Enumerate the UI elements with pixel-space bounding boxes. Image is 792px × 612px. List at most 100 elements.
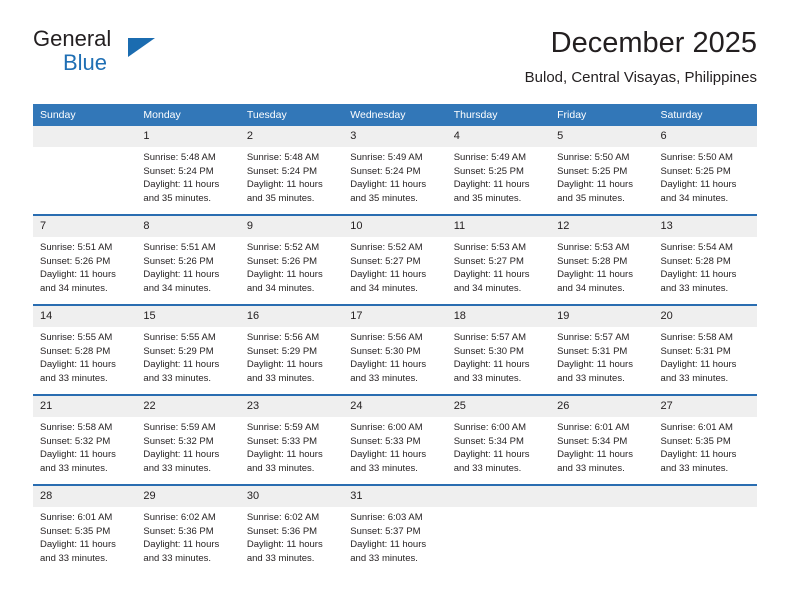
calendar-day-cell[interactable]: 30 Sunrise: 6:02 AM Sunset: 5:36 PM Dayligh… (239, 484, 344, 574)
calendar-day-cell[interactable]: 22 Sunrise: 5:59 AM Sunset: 5:32 PM Dayligh… (136, 394, 240, 485)
daylight-text-line2: and 33 minutes. (350, 552, 418, 564)
sunrise-text: Sunrise: 6:01 AM (40, 512, 113, 523)
daylight-text-line2: and 33 minutes. (143, 372, 212, 384)
calendar-day-cell[interactable]: 10 Sunrise: 5:52 AM Sunset: 5:27 PM Dayligh… (343, 214, 447, 305)
calendar-day-cell[interactable]: 17 Sunrise: 5:56 AM Sunset: 5:30 PM Dayligh… (343, 304, 447, 395)
daylight-text-line1: Daylight: 11 hours (660, 359, 737, 371)
sunset-text: Sunset: 5:25 PM (660, 165, 731, 177)
daylight-text-line2: and 34 minutes. (40, 282, 108, 294)
daylight-text-line1: Daylight: 11 hours (557, 449, 633, 461)
calendar-day-cell[interactable]: 19 Sunrise: 5:57 AM Sunset: 5:31 PM Dayligh… (550, 304, 654, 395)
calendar-day-cell[interactable]: 24 Sunrise: 6:00 AM Sunset: 5:33 PM Dayligh… (343, 394, 447, 485)
day-number (653, 486, 757, 507)
daylight-text-line2: and 33 minutes. (246, 372, 315, 384)
sunset-text: Sunset: 5:29 PM (246, 345, 318, 357)
day-number: 31 (343, 486, 447, 507)
daylight-text-line2: and 35 minutes. (143, 192, 212, 204)
sunrise-text: Sunrise: 5:53 AM (557, 242, 630, 253)
daylight-text-line2: and 34 minutes. (660, 192, 729, 204)
calendar-day-cell[interactable]: 9 Sunrise: 5:52 AM Sunset: 5:26 PM Daylight… (239, 214, 344, 305)
calendar-day-cell[interactable]: 18 Sunrise: 5:57 AM Sunset: 5:30 PM Dayligh… (446, 304, 551, 395)
daylight-text-line1: Daylight: 11 hours (40, 269, 116, 281)
weekday-header-wednesday: Wednesday (343, 104, 447, 126)
day-number: 15 (136, 306, 240, 327)
calendar-week-row: 14 Sunrise: 5:55 AM Sunset: 5:28 PM Dayligh… (33, 304, 757, 395)
day-details: Sunrise: 5:50 AM Sunset: 5:25 PM Daylight:… (654, 147, 757, 205)
day-number: 19 (550, 306, 654, 327)
sunset-text: Sunset: 5:37 PM (350, 525, 421, 537)
daylight-text-line1: Daylight: 11 hours (40, 359, 116, 371)
calendar-day-cell[interactable]: 1 Sunrise: 5:48 AM Sunset: 5:24 PM Daylight… (136, 126, 240, 215)
title-block: December 2025 Bulod, Central Visayas, Ph… (525, 26, 757, 88)
weekday-header-friday: Friday (550, 104, 654, 126)
calendar-day-cell[interactable]: 20 Sunrise: 5:58 AM Sunset: 5:31 PM Dayligh… (653, 304, 757, 395)
calendar-day-cell[interactable]: 12 Sunrise: 5:53 AM Sunset: 5:28 PM Dayligh… (550, 214, 654, 305)
calendar-day-cell[interactable]: 7 Sunrise: 5:51 AM Sunset: 5:26 PM Daylight… (33, 214, 137, 305)
calendar-day-cell (550, 484, 654, 574)
calendar-day-cell[interactable]: 23 Sunrise: 5:59 AM Sunset: 5:33 PM Dayligh… (239, 394, 344, 485)
day-details: Sunrise: 5:50 AM Sunset: 5:25 PM Daylight:… (550, 147, 653, 205)
day-details: Sunrise: 6:00 AM Sunset: 5:33 PM Daylight:… (343, 417, 446, 475)
day-number: 5 (550, 126, 654, 147)
sunset-text: Sunset: 5:36 PM (143, 525, 214, 537)
calendar-week-row: 28 Sunrise: 6:01 AM Sunset: 5:35 PM Dayligh… (33, 484, 757, 574)
sunset-text: Sunset: 5:25 PM (557, 165, 628, 177)
calendar-day-cell[interactable]: 3 Sunrise: 5:49 AM Sunset: 5:24 PM Daylight… (343, 126, 447, 215)
daylight-text-line2: and 33 minutes. (143, 462, 212, 474)
day-number: 28 (33, 486, 137, 507)
day-number: 23 (239, 396, 344, 417)
calendar-day-cell[interactable]: 11 Sunrise: 5:53 AM Sunset: 5:27 PM Dayligh… (446, 214, 551, 305)
daylight-text-line1: Daylight: 11 hours (143, 269, 220, 281)
calendar-day-cell[interactable]: 29 Sunrise: 6:02 AM Sunset: 5:36 PM Dayligh… (136, 484, 240, 574)
sunset-text: Sunset: 5:34 PM (557, 435, 628, 447)
day-number: 16 (239, 306, 344, 327)
calendar-day-cell[interactable]: 2 Sunrise: 5:48 AM Sunset: 5:24 PM Daylight… (239, 126, 344, 215)
calendar-day-cell[interactable]: 25 Sunrise: 6:00 AM Sunset: 5:34 PM Dayligh… (446, 394, 551, 485)
sunrise-text: Sunrise: 5:55 AM (40, 332, 113, 343)
calendar-day-cell[interactable]: 8 Sunrise: 5:51 AM Sunset: 5:26 PM Daylight… (136, 214, 240, 305)
day-number: 25 (446, 396, 551, 417)
daylight-text-line2: and 33 minutes. (660, 282, 729, 294)
sunrise-text: Sunrise: 6:00 AM (453, 422, 527, 433)
sunrise-text: Sunrise: 6:02 AM (143, 512, 216, 523)
page-title: December 2025 (550, 27, 757, 59)
sunset-text: Sunset: 5:30 PM (453, 345, 524, 357)
daylight-text-line1: Daylight: 11 hours (453, 179, 530, 191)
sunrise-text: Sunrise: 5:53 AM (453, 242, 527, 253)
day-number: 20 (653, 306, 757, 327)
calendar-day-cell[interactable]: 14 Sunrise: 5:55 AM Sunset: 5:28 PM Dayligh… (33, 304, 137, 395)
day-details: Sunrise: 5:59 AM Sunset: 5:33 PM Daylight:… (240, 417, 343, 475)
daylight-text-line2: and 33 minutes. (660, 462, 729, 474)
calendar-day-cell[interactable]: 6 Sunrise: 5:50 AM Sunset: 5:25 PM Daylight… (653, 126, 757, 215)
daylight-text-line2: and 35 minutes. (557, 192, 625, 204)
calendar-day-cell[interactable]: 27 Sunrise: 6:01 AM Sunset: 5:35 PM Dayligh… (653, 394, 757, 485)
weekday-header-thursday: Thursday (446, 104, 551, 126)
calendar-day-cell[interactable]: 13 Sunrise: 5:54 AM Sunset: 5:28 PM Dayligh… (653, 214, 757, 305)
daylight-text-line2: and 34 minutes. (557, 282, 625, 294)
daylight-text-line2: and 33 minutes. (350, 462, 418, 474)
daylight-text-line1: Daylight: 11 hours (453, 359, 530, 371)
sunrise-text: Sunrise: 5:55 AM (143, 332, 216, 343)
calendar-day-cell[interactable]: 16 Sunrise: 5:56 AM Sunset: 5:29 PM Dayligh… (239, 304, 344, 395)
calendar-day-cell[interactable]: 28 Sunrise: 6:01 AM Sunset: 5:35 PM Dayligh… (33, 484, 137, 574)
day-details: Sunrise: 5:48 AM Sunset: 5:24 PM Daylight:… (240, 147, 343, 205)
calendar-day-cell[interactable]: 15 Sunrise: 5:55 AM Sunset: 5:29 PM Dayligh… (136, 304, 240, 395)
day-details: Sunrise: 6:03 AM Sunset: 5:37 PM Daylight:… (343, 507, 446, 565)
sunrise-text: Sunrise: 5:50 AM (660, 152, 733, 163)
calendar-day-cell[interactable]: 5 Sunrise: 5:50 AM Sunset: 5:25 PM Daylight… (550, 126, 654, 215)
calendar-day-cell[interactable]: 4 Sunrise: 5:49 AM Sunset: 5:25 PM Daylight… (446, 126, 551, 215)
daylight-text-line2: and 33 minutes. (246, 552, 315, 564)
daylight-text-line1: Daylight: 11 hours (557, 269, 633, 281)
day-number: 18 (446, 306, 551, 327)
calendar-table: Sunday Monday Tuesday Wednesday Thursday… (33, 104, 757, 574)
day-details (654, 507, 757, 511)
calendar-day-cell[interactable]: 21 Sunrise: 5:58 AM Sunset: 5:32 PM Dayligh… (33, 394, 137, 485)
calendar-day-cell[interactable]: 31 Sunrise: 6:03 AM Sunset: 5:37 PM Dayligh… (343, 484, 447, 574)
calendar-day-cell[interactable]: 26 Sunrise: 6:01 AM Sunset: 5:34 PM Dayligh… (550, 394, 654, 485)
sunset-text: Sunset: 5:26 PM (246, 255, 318, 267)
sunrise-text: Sunrise: 6:01 AM (660, 422, 733, 433)
brand-logo[interactable]: General Blue (33, 26, 213, 86)
daylight-text-line2: and 35 minutes. (246, 192, 315, 204)
daylight-text-line1: Daylight: 11 hours (660, 449, 737, 461)
day-number: 12 (550, 216, 654, 237)
